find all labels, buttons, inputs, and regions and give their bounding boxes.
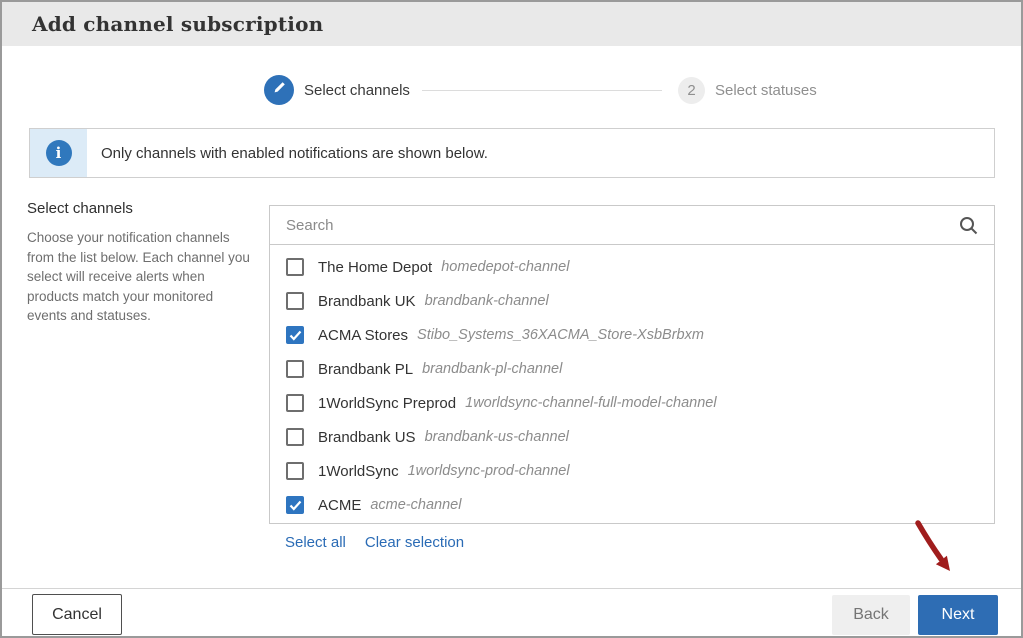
channel-name: ACMA Stores bbox=[318, 326, 409, 344]
channel-checkbox[interactable] bbox=[286, 360, 304, 378]
dialog-titlebar: Add channel subscription bbox=[2, 2, 1021, 46]
channel-name: The Home Depot bbox=[318, 258, 433, 276]
step-2-label: Select statuses bbox=[715, 82, 817, 99]
pencil-icon bbox=[272, 80, 287, 100]
search-input[interactable] bbox=[270, 206, 994, 244]
channel-row[interactable]: 1WorldSync 1worldsync-prod-channel bbox=[270, 454, 994, 488]
stepper-connector-line bbox=[422, 90, 662, 91]
channel-row[interactable]: Brandbank PL brandbank-pl-channel bbox=[270, 352, 994, 386]
step-1-indicator bbox=[264, 75, 294, 105]
channel-row[interactable]: 1WorldSync Preprod 1worldsync-channel-fu… bbox=[270, 386, 994, 420]
channel-name: 1WorldSync bbox=[318, 462, 399, 480]
channel-checkbox[interactable] bbox=[286, 428, 304, 446]
info-banner-text: Only channels with enabled notifications… bbox=[101, 144, 488, 162]
channel-name: Brandbank UK bbox=[318, 292, 416, 310]
channel-row[interactable]: ACME acme-channel bbox=[270, 488, 994, 522]
channel-code: Stibo_Systems_36XACMA_Store-XsbBrbxm bbox=[417, 327, 704, 343]
step-2-number: 2 bbox=[687, 82, 696, 99]
left-panel-heading: Select channels bbox=[27, 200, 133, 217]
cancel-button[interactable]: Cancel bbox=[32, 594, 122, 635]
left-panel: Select channels Choose your notification… bbox=[27, 200, 255, 326]
channel-checkbox[interactable] bbox=[286, 258, 304, 276]
next-button[interactable]: Next bbox=[918, 595, 998, 635]
channel-checkbox[interactable] bbox=[286, 462, 304, 480]
selection-links: Select all Clear selection bbox=[285, 534, 464, 551]
add-channel-subscription-dialog: Add channel subscription Select channels… bbox=[0, 0, 1023, 638]
channel-name: 1WorldSync Preprod bbox=[318, 394, 457, 412]
back-button[interactable]: Back bbox=[832, 595, 910, 635]
channel-code: brandbank-pl-channel bbox=[422, 361, 563, 377]
select-all-link[interactable]: Select all bbox=[285, 534, 346, 551]
info-banner: i Only channels with enabled notificatio… bbox=[29, 128, 995, 178]
channel-checkbox[interactable] bbox=[286, 292, 304, 310]
channel-row[interactable]: Brandbank UK brandbank-channel bbox=[270, 284, 994, 318]
footer-divider bbox=[2, 588, 1021, 589]
info-banner-strip: i bbox=[30, 129, 87, 177]
channel-row[interactable]: ACMA Stores Stibo_Systems_36XACMA_Store-… bbox=[270, 318, 994, 352]
step-1-label: Select channels bbox=[304, 82, 410, 99]
channel-row[interactable]: Brandbank US brandbank-us-channel bbox=[270, 420, 994, 454]
info-icon: i bbox=[45, 140, 72, 166]
left-panel-description: Choose your notification channels from t… bbox=[27, 230, 250, 323]
channel-code: acme-channel bbox=[370, 497, 462, 513]
channel-code: 1worldsync-channel-full-model-channel bbox=[465, 395, 717, 411]
channel-name: Brandbank PL bbox=[318, 360, 414, 378]
search-icon[interactable] bbox=[958, 215, 979, 241]
channel-name: Brandbank US bbox=[318, 428, 416, 446]
dialog-title: Add channel subscription bbox=[32, 12, 324, 36]
channel-name: ACME bbox=[318, 496, 362, 514]
channel-checkbox[interactable] bbox=[286, 394, 304, 412]
clear-selection-link[interactable]: Clear selection bbox=[365, 534, 464, 551]
channel-list-panel: The Home Depot homedepot-channel Brandba… bbox=[269, 205, 995, 524]
search-row bbox=[270, 206, 994, 245]
channel-checkbox[interactable] bbox=[286, 326, 304, 344]
channel-row[interactable]: The Home Depot homedepot-channel bbox=[270, 250, 994, 284]
channel-checkbox[interactable] bbox=[286, 496, 304, 514]
channel-rows: The Home Depot homedepot-channel Brandba… bbox=[270, 245, 994, 522]
channel-code: brandbank-channel bbox=[424, 293, 549, 309]
channel-code: 1worldsync-prod-channel bbox=[407, 463, 570, 479]
step-2-indicator: 2 bbox=[678, 77, 705, 104]
channel-code: brandbank-us-channel bbox=[424, 429, 569, 445]
channel-code: homedepot-channel bbox=[441, 259, 570, 275]
